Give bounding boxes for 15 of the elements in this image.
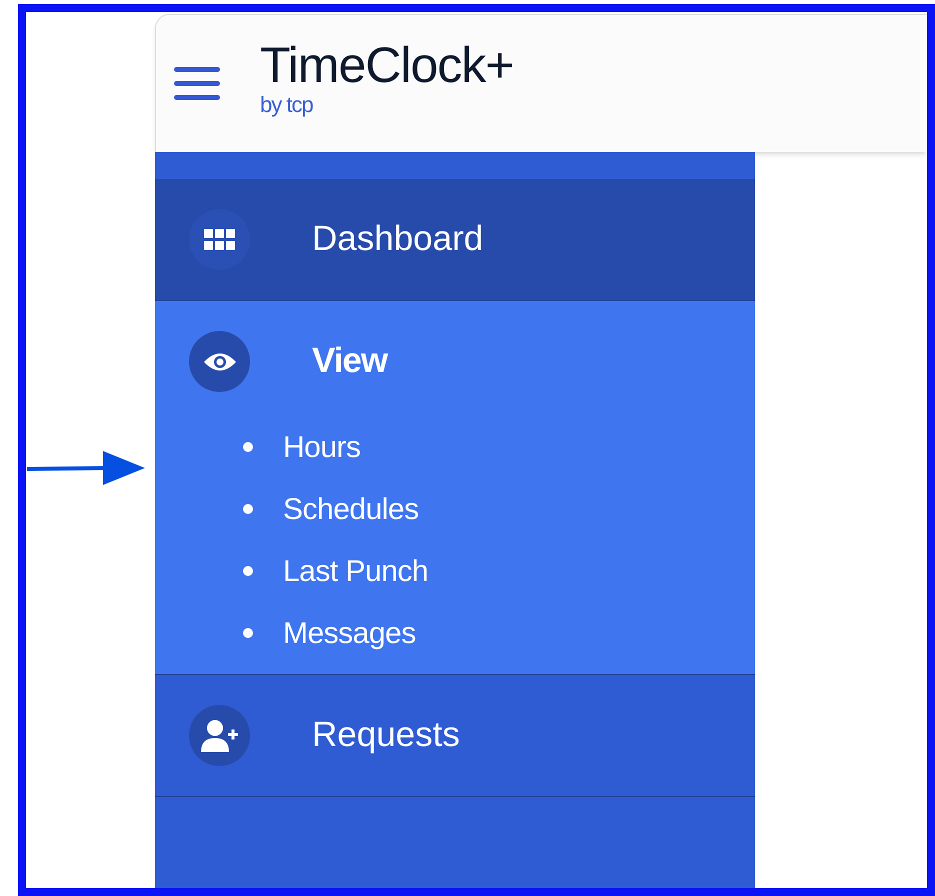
bullet-icon bbox=[243, 442, 253, 452]
pointer-arrow-icon bbox=[27, 449, 145, 487]
bullet-icon bbox=[243, 504, 253, 514]
sub-nav-item[interactable]: Schedules bbox=[283, 486, 419, 532]
sub-nav-item[interactable]: Messages bbox=[283, 610, 416, 656]
nav-item[interactable]: Requests bbox=[312, 709, 460, 762]
app-logo-subtitle: by tcp bbox=[260, 92, 313, 116]
nav-item[interactable]: View bbox=[312, 335, 388, 388]
bullet-icon bbox=[243, 566, 253, 576]
app-logo-title: TimeClock+ bbox=[260, 36, 514, 92]
sub-nav-item[interactable]: Last Punch bbox=[283, 548, 428, 594]
sub-nav-item[interactable]: Hours bbox=[283, 424, 361, 470]
menu-icon[interactable] bbox=[174, 64, 220, 102]
bullet-icon bbox=[243, 628, 253, 638]
nav-item[interactable]: Dashboard bbox=[312, 213, 484, 266]
